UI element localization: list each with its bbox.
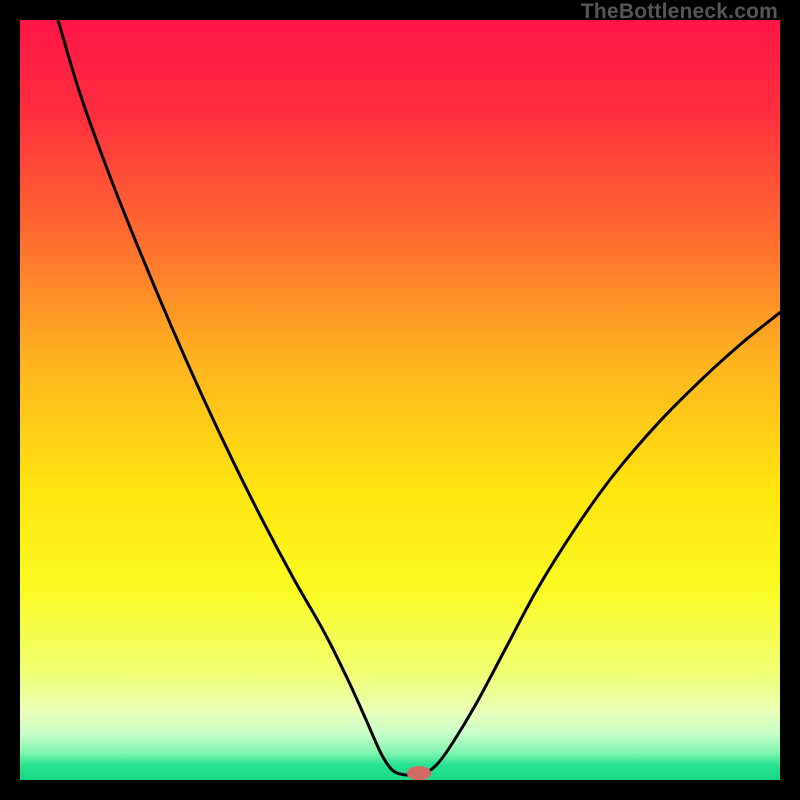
plot-area (20, 20, 780, 780)
chart-frame: TheBottleneck.com (0, 0, 800, 800)
optimal-point-marker (407, 766, 431, 780)
gradient-background (20, 20, 780, 780)
chart-svg (20, 20, 780, 780)
